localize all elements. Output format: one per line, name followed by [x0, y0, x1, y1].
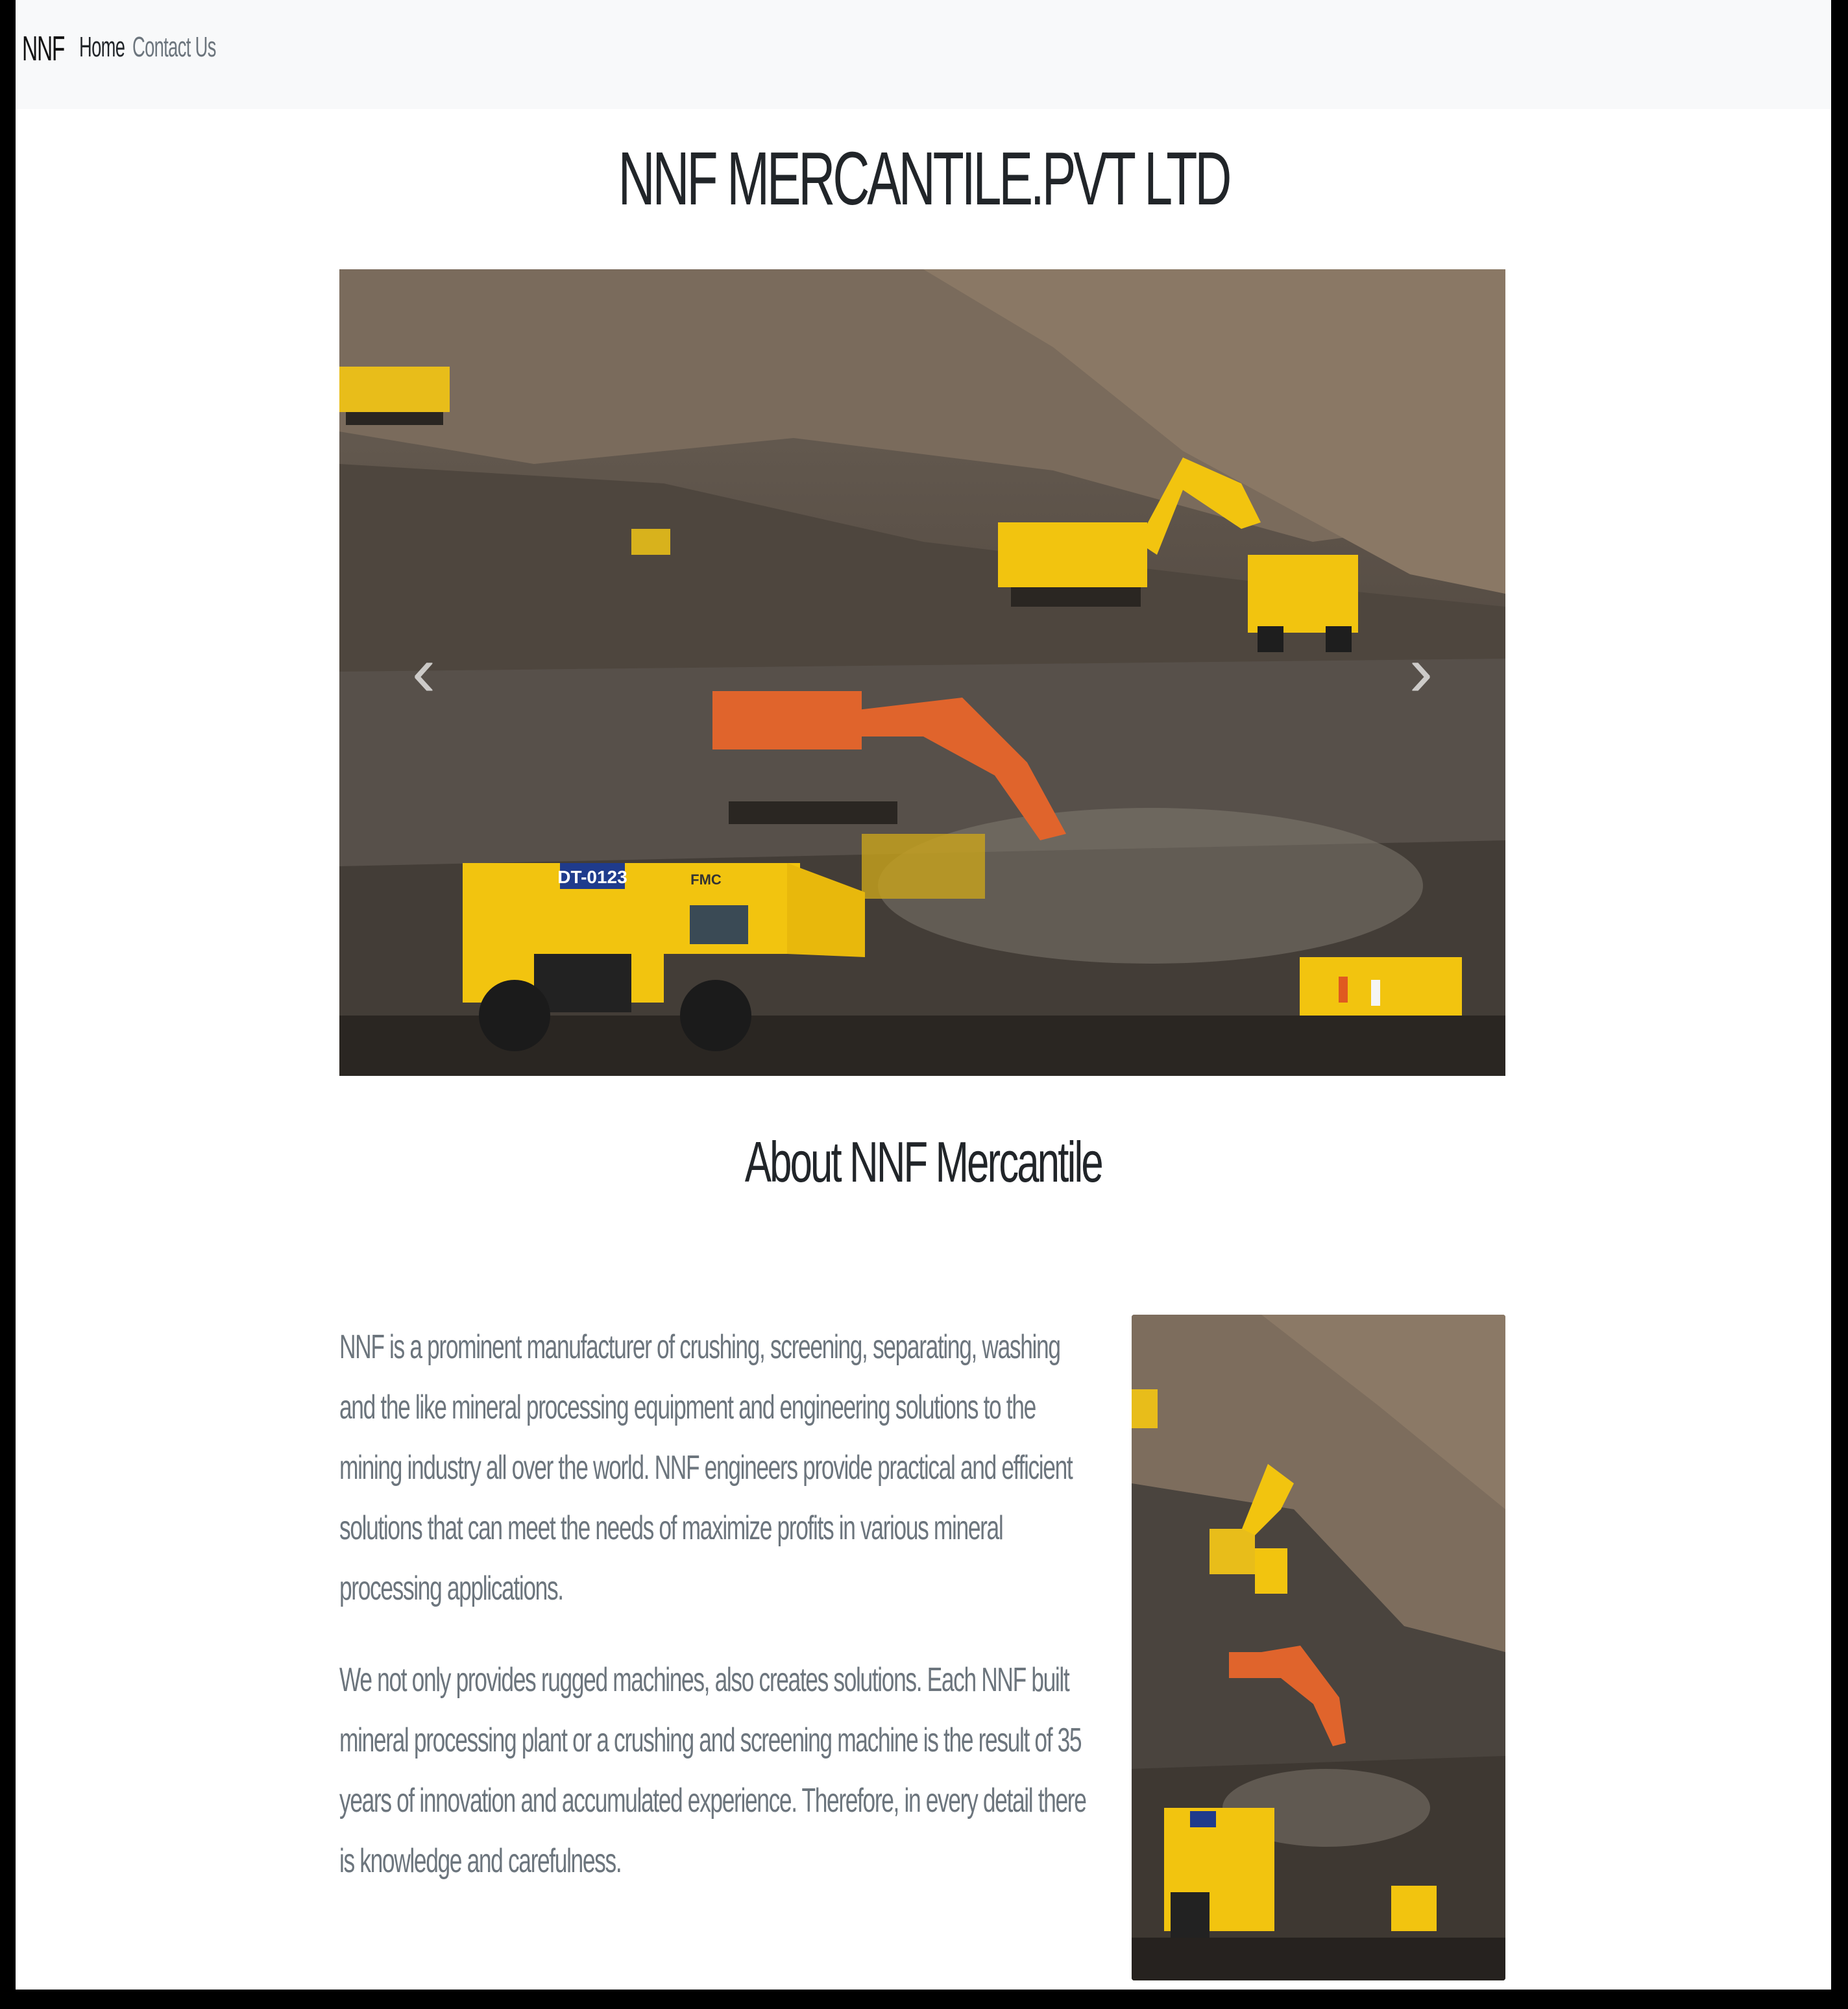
truck-label-dt-0123: DT-0123 [557, 867, 627, 887]
navbar-brand[interactable]: NNF [22, 29, 65, 69]
chevron-right-icon: › [1409, 631, 1433, 711]
nav-link-contact-us[interactable]: Contact Us [132, 31, 216, 64]
carousel-prev-control[interactable]: ‹ [404, 633, 443, 711]
navbar: NNF Home Contact Us [16, 0, 1831, 109]
truck-label-fmc: FMC [690, 871, 722, 888]
about-paragraph: NNF is a prominent manufacturer of crush… [339, 1328, 1073, 1607]
about-heading: About NNF Mercantile [16, 1129, 1831, 1195]
page-title: NNF MERCANTILE.PVT LTD [16, 135, 1831, 222]
mining-site-portrait-photo [1132, 1315, 1505, 1980]
about-text: NNF is a prominent manufacturer of crush… [339, 1317, 1089, 1923]
about-heading-text: About NNF Mercantile [745, 1130, 1104, 1194]
nav-link-home[interactable]: Home [79, 31, 125, 64]
page-title-text: NNF MERCANTILE.PVT LTD [618, 136, 1232, 221]
mining-site-photo: DT-0123 FMC [339, 269, 1505, 1076]
image-carousel[interactable]: DT-0123 FMC ‹ › [339, 269, 1505, 1076]
chevron-left-icon: ‹ [411, 631, 436, 711]
carousel-next-control[interactable]: › [1402, 633, 1441, 711]
about-paragraph: We not only provides rugged machines, al… [339, 1661, 1087, 1880]
about-side-photo [1132, 1315, 1505, 1980]
page: NNF Home Contact Us NNF MERCANTILE.PVT L… [16, 0, 1831, 1990]
